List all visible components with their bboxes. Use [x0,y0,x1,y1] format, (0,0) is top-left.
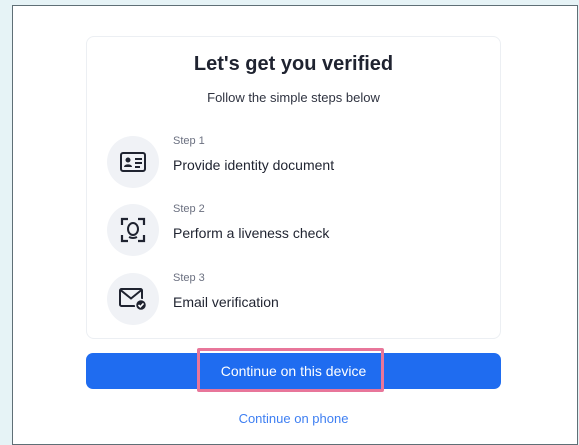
step-3-icon-circle [107,273,159,325]
step-2: Step 2 Perform a liveness check [107,201,487,261]
step-2-icon-circle [107,204,159,256]
step-3-number: Step 3 [173,272,205,284]
id-card-icon [120,152,146,172]
step-1-number: Step 1 [173,135,205,147]
step-1-label: Provide identity document [173,157,335,173]
continue-on-device-button[interactable]: Continue on this device [86,353,501,389]
step-3: Step 3 Email verification [107,270,487,330]
face-scan-icon [120,217,146,243]
page-title: Let's get you verified [193,53,394,75]
step-3-label: Email verification [173,294,279,310]
envelope-check-icon [119,288,147,311]
step-2-number: Step 2 [173,203,205,215]
verification-card: Let's get you verified Follow the simple… [86,36,501,339]
step-2-label: Perform a liveness check [173,225,330,241]
page-subtitle: Follow the simple steps below [207,90,380,105]
continue-on-phone-link[interactable]: Continue on phone [86,411,501,426]
step-1-icon-circle [107,136,159,188]
step-1: Step 1 Provide identity document [107,133,487,193]
